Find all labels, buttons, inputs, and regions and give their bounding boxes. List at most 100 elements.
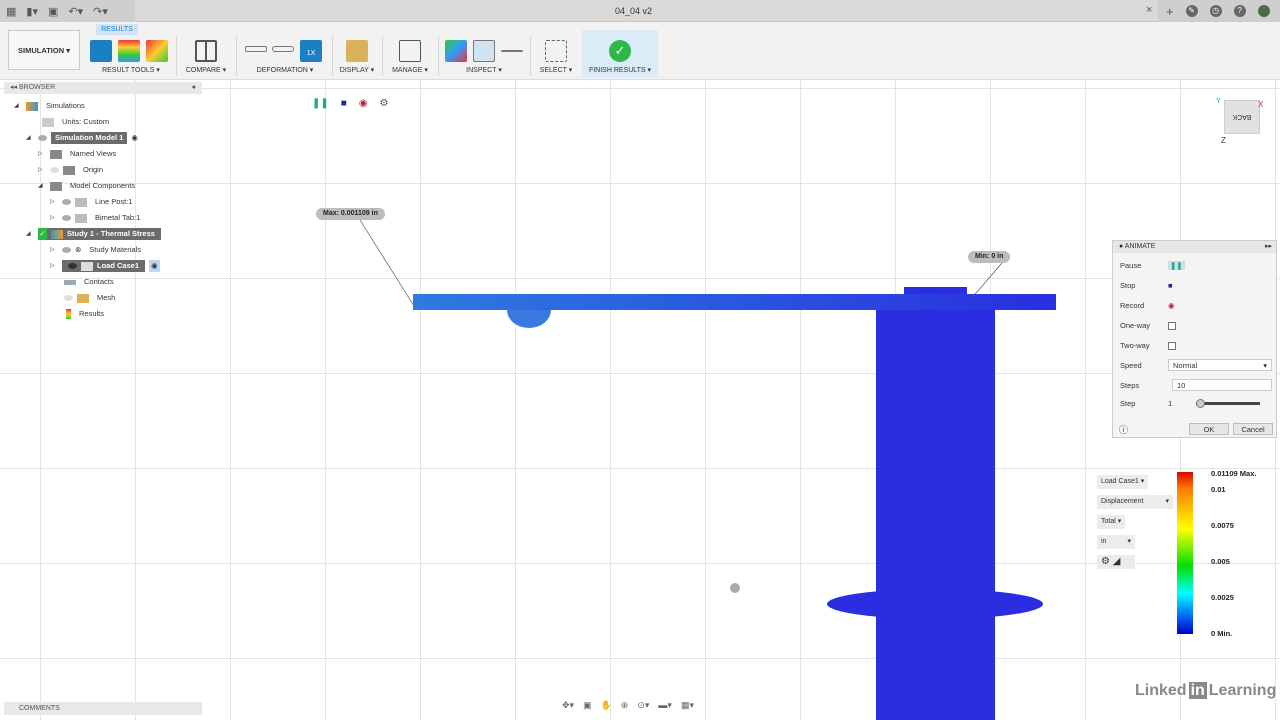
select-window-icon[interactable] [545,40,567,62]
result-tools-label[interactable]: RESULT TOOLS ▾ [88,66,174,74]
inspect-probe-icon[interactable] [445,40,467,62]
one-way-label: One-way [1120,321,1151,330]
unit-select[interactable]: in ▾ [1097,535,1135,549]
no-deformation-icon[interactable] [245,46,267,52]
step-slider-thumb[interactable] [1196,399,1205,408]
color-bar [1177,472,1193,634]
two-way-label: Two-way [1120,341,1150,350]
step-label: Step [1120,399,1136,408]
actual-deformation-icon[interactable]: 1X [300,40,322,62]
component-select[interactable]: Total ▾ [1097,515,1126,529]
finish-results-label[interactable]: FINISH RESULTS ▾ [582,66,658,74]
animation-controls: ❚❚ ■ ◉ ⚙ [312,98,389,109]
tree-load-case[interactable]: ▷ Load Case1 ◉ [50,260,160,272]
ok-button[interactable]: OK [1189,423,1229,435]
redo-icon[interactable]: ↷▾ [93,5,108,18]
tree-model-components[interactable]: ◢ Model Components [38,180,139,192]
new-tab-button[interactable]: + [1166,4,1174,19]
user-avatar[interactable] [1257,5,1270,17]
deformation-group: 1X DEFORMATION ▾ [240,30,330,78]
tree-simulations[interactable]: ◢ Simulations [14,100,89,112]
load-case-select[interactable]: Load Case1 ▾ [1097,475,1149,489]
orbit-icon[interactable]: ✥▾ [562,700,574,711]
tree-contacts[interactable]: Contacts [64,276,118,288]
linkedin-learning-logo: Linked in Learning [1135,682,1277,699]
result-type-select[interactable]: Displacement ▾ [1097,495,1173,509]
record-icon[interactable]: ◉ [359,98,368,109]
pin-icon[interactable]: ● [192,82,196,94]
section-analysis-icon[interactable] [501,50,523,52]
step-slider[interactable] [1196,399,1260,408]
line-post [876,310,995,720]
manage-label[interactable]: MANAGE ▾ [386,66,434,74]
display-settings-icon[interactable]: ▬▾ [658,700,672,711]
legend-tick: 0.01 [1211,485,1226,494]
ribbon-toolbar: RESULTS SIMULATION ▾ RESULT TOOLS ▾ COMP… [0,22,1280,80]
legend-settings[interactable]: ⚙ ◢ [1097,555,1135,569]
tree-origin[interactable]: ▷ Origin [38,164,107,176]
look-at-icon[interactable]: ▣ [583,700,592,711]
two-way-checkbox[interactable] [1168,341,1176,350]
tree-simulation-model[interactable]: ◢ Simulation Model 1 ◉ [26,132,138,144]
display-icon[interactable] [346,40,368,62]
viewcube-face[interactable]: BACK [1224,100,1260,134]
app-grid-icon[interactable]: ▦ [6,5,16,18]
expand-icon[interactable]: ▸▸ [1265,241,1272,253]
workspace-switcher[interactable]: SIMULATION ▾ [8,30,80,70]
zoom-icon[interactable]: ⊕ [621,700,629,711]
manage-icon[interactable] [399,40,421,62]
animate-dialog: ● ANIMATE ▸▸ Pause ❚❚ Stop ■ Record ◉ One-wa… [1112,240,1277,438]
help-icon[interactable]: ? [1233,5,1246,17]
finish-results-group: ✓ FINISH RESULTS ▾ [582,30,658,78]
tree-named-views[interactable]: ▷ Named Views [38,148,120,160]
tree-study[interactable]: ◢ ✓ Study 1 - Thermal Stress [26,228,161,240]
stop-button[interactable]: ■ [1168,281,1173,290]
compare-label[interactable]: COMPARE ▾ [180,66,232,74]
pause-button[interactable]: ❚❚ [1168,261,1185,270]
measure-icon[interactable] [473,40,495,62]
save-icon[interactable]: ▣ [48,5,58,18]
tree-bimetal-tab[interactable]: ▷ Bimetal Tab:1 [50,212,144,224]
close-tab-button[interactable]: × [1146,4,1152,16]
speed-select[interactable]: Normal ▾ [1168,359,1272,371]
job-status-icon[interactable]: ◷ [1209,5,1222,17]
deformation-label[interactable]: DEFORMATION ▾ [240,66,330,74]
check-icon[interactable]: ✓ [609,40,631,62]
tree-results[interactable]: Results [66,308,108,320]
tree-units[interactable]: Units: Custom [42,116,113,128]
pan-icon[interactable]: ✋ [601,700,612,711]
steps-input[interactable]: 10 [1172,379,1272,391]
post-flange [827,589,1043,619]
one-way-checkbox[interactable] [1168,321,1176,330]
min-callout: Min: 0 in [968,251,1011,263]
animate-icon[interactable] [90,40,112,62]
compare-icon[interactable] [195,40,217,62]
result-details-icon[interactable] [118,40,140,62]
fit-icon[interactable]: ⊙▾ [637,700,649,711]
display-label[interactable]: DISPLAY ▾ [334,66,380,74]
step-value[interactable]: 1 [1168,399,1196,408]
legend-tick: 0.0075 [1211,521,1234,530]
select-label[interactable]: SELECT ▾ [534,66,578,74]
inspect-label[interactable]: INSPECT ▾ [442,66,526,74]
steps-label: Steps [1120,380,1140,390]
tree-mesh[interactable]: Mesh [64,292,119,304]
document-title: 04_04 v2 [615,6,653,16]
file-menu-icon[interactable]: ▮▾ [26,5,38,18]
comments-panel[interactable]: COMMENTS [4,702,202,715]
grid-settings-icon[interactable]: ▦▾ [681,700,694,711]
probe-icon[interactable] [146,40,168,62]
pause-icon[interactable]: ❚❚ [312,98,329,109]
record-button[interactable]: ◉ [1168,301,1175,310]
materials-icon: ⊗ [75,245,82,254]
tree-study-materials[interactable]: ▷ ⊗ Study Materials [50,244,145,256]
gear-icon[interactable]: ⚙ [380,98,389,109]
stop-icon[interactable]: ■ [341,98,347,109]
info-icon[interactable]: ⓘ [1119,423,1128,436]
title-bar: ▦ ▮▾ ▣ ↶▾ ↷▾ 04_04 v2 × + ✎ ◷ ? [0,0,1280,22]
adjusted-deformation-icon[interactable] [272,46,294,52]
cancel-button[interactable]: Cancel [1233,423,1273,435]
tree-line-post[interactable]: ▷ Line Post:1 [50,196,137,208]
undo-icon[interactable]: ↶▾ [68,5,83,18]
extensions-icon[interactable]: ✎ [1185,5,1198,17]
